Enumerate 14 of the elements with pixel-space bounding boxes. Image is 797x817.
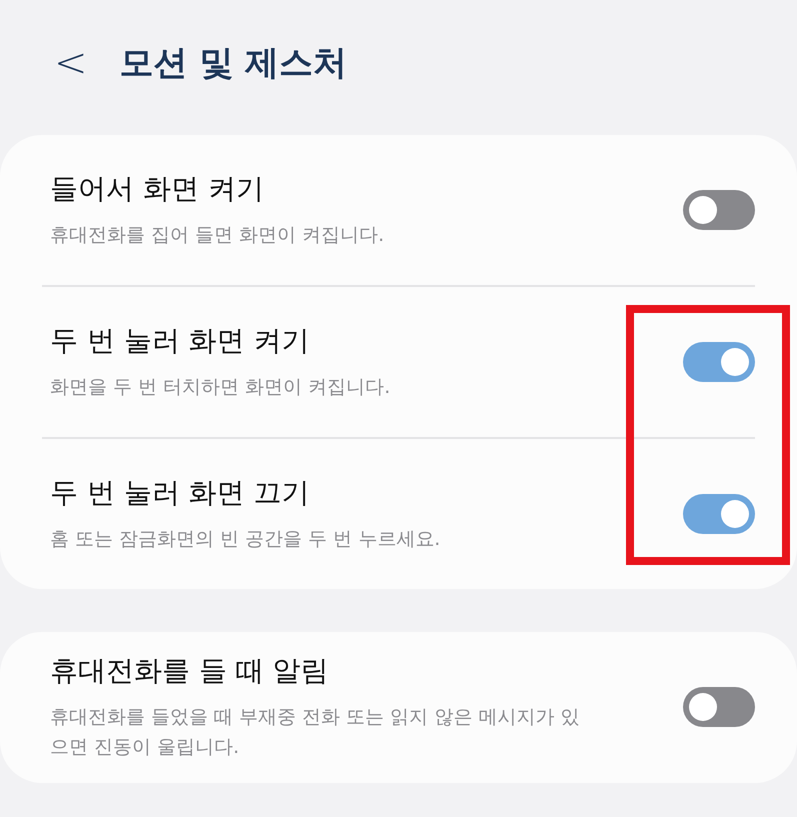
setting-description: 홈 또는 잠금화면의 빈 공간을 두 번 누르세요. — [50, 526, 440, 552]
setting-title: 두 번 눌러 화면 끄기 — [50, 474, 311, 511]
back-button[interactable]: < — [48, 40, 94, 86]
setting-title: 들어서 화면 켜기 — [50, 170, 265, 207]
toggle-switch[interactable] — [683, 342, 755, 382]
setting-description: 휴대전화를 들었을 때 부재중 전화 또는 읽지 않은 메시지가 있으면 진동이 울립니다. — [50, 705, 580, 760]
setting-description: 휴대전화를 집어 들면 화면이 켜집니다. — [50, 222, 384, 248]
setting-title: 두 번 눌러 화면 켜기 — [50, 322, 311, 359]
page-title: 모션 및 제스처 — [120, 42, 348, 84]
toggle-switch[interactable] — [683, 190, 755, 230]
setting-title: 휴대전화를 들 때 알림 — [50, 653, 330, 689]
toggle-switch[interactable] — [683, 494, 755, 534]
setting-description: 화면을 두 번 터치하면 화면이 켜집니다. — [50, 374, 390, 400]
toggle-switch[interactable] — [683, 687, 755, 728]
